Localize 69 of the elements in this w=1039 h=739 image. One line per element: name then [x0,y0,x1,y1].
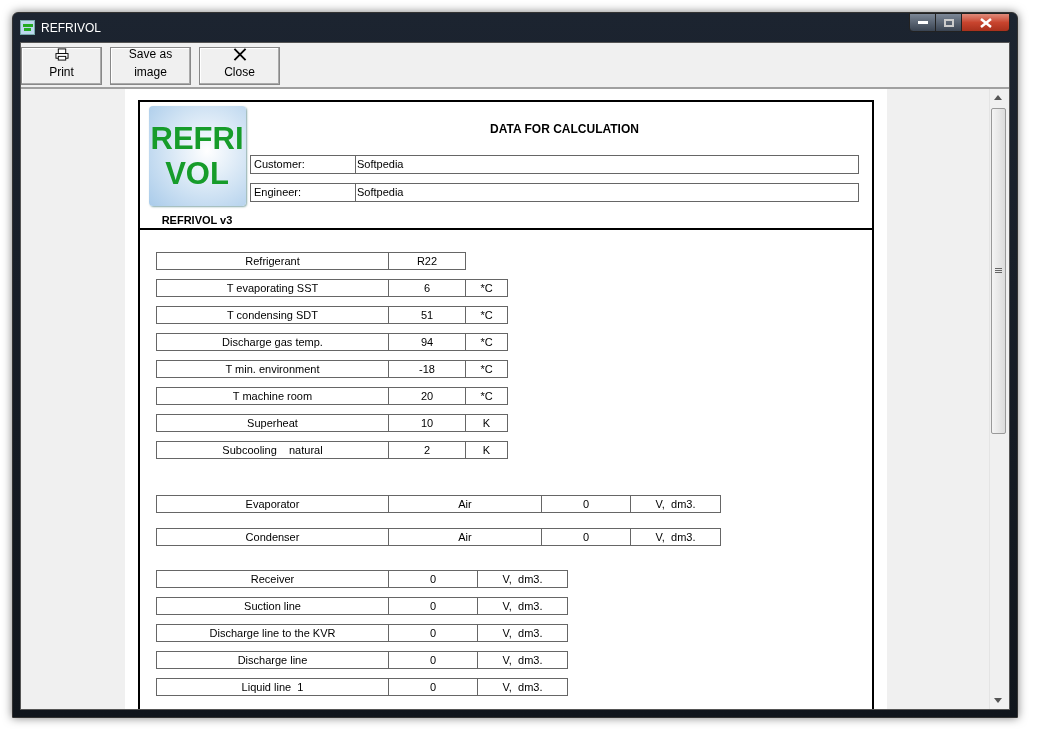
logo: REFRI VOL [148,106,246,206]
table-cell: Liquid line 1 [156,678,389,696]
table-cell: K [465,414,508,432]
table-cell: 10 [388,414,466,432]
table-cell: Superheat [156,414,389,432]
table-cell: Receiver [156,570,389,588]
close-button[interactable] [962,13,1010,32]
table-cell: 51 [388,306,466,324]
close-icon [979,17,992,28]
table-cell: Discharge gas temp. [156,333,389,351]
table-cell: Discharge line to the KVR [156,624,389,642]
table-cell: *C [465,279,508,297]
toolbar-button[interactable]: Save as image [110,47,191,85]
table-cell: 2 [388,441,466,459]
scroll-up-icon[interactable] [994,95,1002,100]
table-cell: 0 [388,678,478,696]
field-value: Softpedia [355,183,859,202]
table-cell: 0 [388,624,478,642]
table-cell: K [465,441,508,459]
window-title: REFRIVOL [41,19,101,37]
table-cell: 94 [388,333,466,351]
close-icon [232,48,247,61]
table-cell: *C [465,387,508,405]
scroll-down-icon[interactable] [994,698,1002,703]
table-cell: 0 [388,570,478,588]
table-cell: V, dm3. [630,495,721,513]
table-cell: T min. environment [156,360,389,378]
table-cell: T condensing SDT [156,306,389,324]
scrollbar[interactable] [989,89,1006,709]
field-label: Customer: [250,155,356,174]
report-title: DATA FOR CALCULATION [489,121,640,138]
minimize-button[interactable] [909,13,936,32]
table-cell: Air [388,528,542,546]
table-cell: 20 [388,387,466,405]
table-cell: Condenser [156,528,389,546]
toolbar-button[interactable]: Print [21,47,102,85]
table-cell: V, dm3. [477,570,568,588]
app-icon [20,20,35,35]
version-label: REFRIVOL v3 [161,212,233,228]
table-cell: Evaporator [156,495,389,513]
table-cell: *C [465,306,508,324]
table-cell: *C [465,333,508,351]
table-cell: -18 [388,360,466,378]
table-cell: Refrigerant [156,252,389,270]
table-cell: Subcooling natural [156,441,389,459]
table-cell: V, dm3. [477,678,568,696]
table-cell: 0 [541,528,631,546]
table-cell: 0 [388,651,478,669]
table-cell: *C [465,360,508,378]
table-cell: R22 [388,252,466,270]
field-label: Engineer: [250,183,356,202]
table-cell: V, dm3. [477,624,568,642]
scroll-thumb[interactable] [990,108,1006,434]
table-cell: Suction line [156,597,389,615]
table-cell: Air [388,495,542,513]
table-cell: T machine room [156,387,389,405]
table-cell: 6 [388,279,466,297]
field-value: Softpedia [355,155,859,174]
table-cell: 0 [541,495,631,513]
table-cell: T evaporating SST [156,279,389,297]
table-cell: V, dm3. [477,597,568,615]
table-cell: V, dm3. [630,528,721,546]
printer-icon [53,48,70,61]
table-cell: 0 [388,597,478,615]
table-cell: Discharge line [156,651,389,669]
maximize-button[interactable] [936,13,962,32]
table-cell: V, dm3. [477,651,568,669]
toolbar-button[interactable]: Close [199,47,280,85]
grip-icon [994,268,1002,274]
